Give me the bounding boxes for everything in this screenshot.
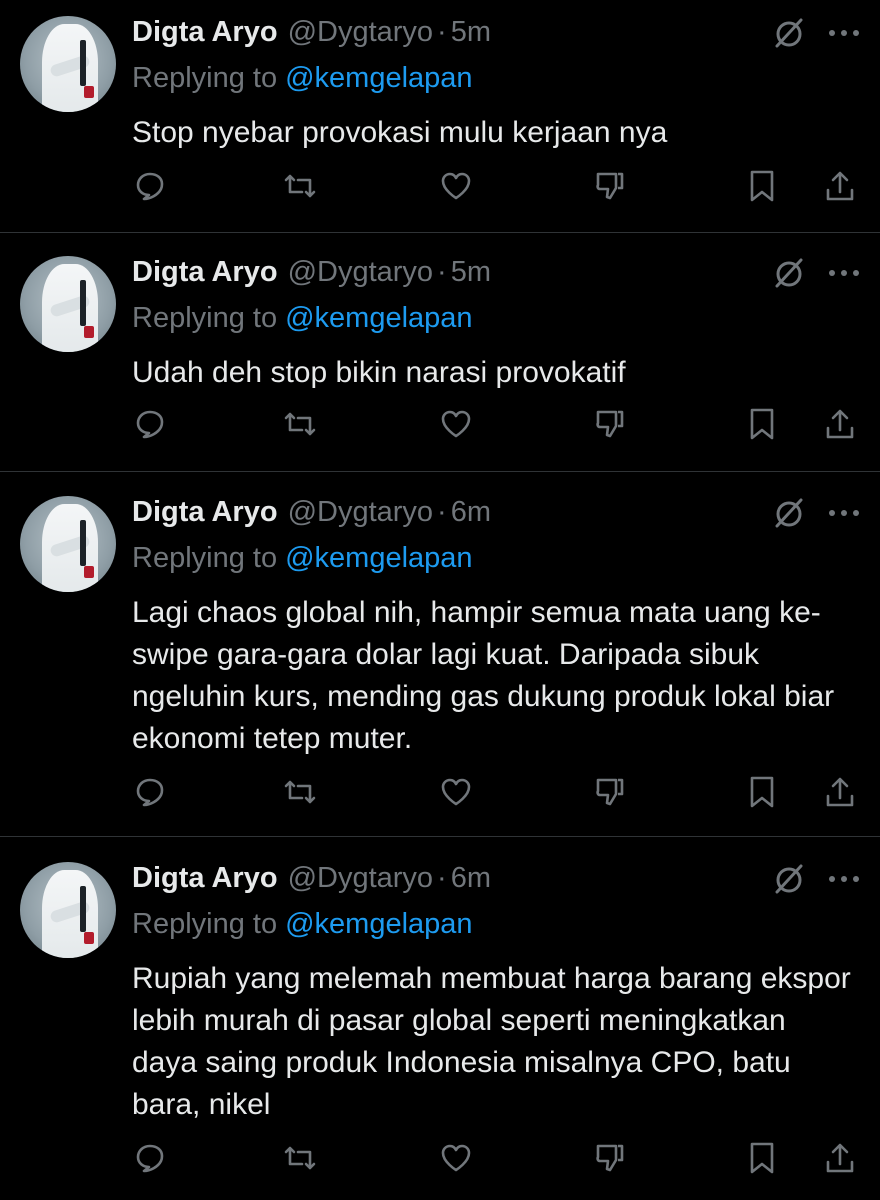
author-name[interactable]: Digta Aryo — [132, 860, 278, 896]
mute-icon[interactable] — [772, 16, 806, 50]
author-name[interactable]: Digta Aryo — [132, 494, 278, 530]
divider — [0, 471, 880, 472]
mute-icon[interactable] — [772, 256, 806, 290]
bookmark-icon[interactable] — [744, 168, 780, 204]
divider — [0, 836, 880, 837]
avatar[interactable] — [20, 256, 116, 352]
more-icon[interactable] — [826, 258, 862, 288]
reply-icon[interactable] — [132, 774, 168, 810]
avatar[interactable] — [20, 16, 116, 112]
dislike-icon[interactable] — [592, 1140, 628, 1176]
dislike-icon[interactable] — [592, 406, 628, 442]
replying-to: Replying to @kemgelapan — [132, 906, 473, 942]
timestamp[interactable]: 5m — [451, 14, 491, 50]
share-icon[interactable] — [822, 1140, 858, 1176]
tweet-actions — [0, 774, 880, 814]
tweet[interactable]: Digta Aryo @Dygtaryo · 6m Replying to @ke… — [0, 846, 880, 1200]
reply-icon[interactable] — [132, 1140, 168, 1176]
dislike-icon[interactable] — [592, 774, 628, 810]
tweet[interactable]: Digta Aryo @Dygtaryo · 5m Replying to @ke… — [0, 0, 880, 232]
share-icon[interactable] — [822, 774, 858, 810]
author-name[interactable]: Digta Aryo — [132, 254, 278, 290]
reply-mention-link[interactable]: @kemgelapan — [285, 302, 472, 334]
mute-icon[interactable] — [772, 862, 806, 896]
author-handle[interactable]: @Dygtaryo — [288, 860, 433, 896]
dislike-icon[interactable] — [592, 168, 628, 204]
separator: · — [437, 862, 447, 894]
tweet-text: Rupiah yang melemah membuat harga barang… — [132, 962, 851, 1121]
like-icon[interactable] — [438, 168, 474, 204]
tweet[interactable]: Digta Aryo @Dygtaryo · 5m Replying to @ke… — [0, 240, 880, 471]
tweet-text: Stop nyebar provokasi mulu kerjaan nya — [132, 116, 668, 149]
replying-label: Replying to — [132, 302, 278, 334]
tweet-header: Digta Aryo @Dygtaryo · 6m — [132, 494, 491, 530]
share-icon[interactable] — [822, 406, 858, 442]
separator: · — [437, 496, 447, 528]
tweet-header: Digta Aryo @Dygtaryo · 5m — [132, 14, 491, 50]
separator: · — [437, 256, 447, 288]
reply-icon[interactable] — [132, 168, 168, 204]
replying-to: Replying to @kemgelapan — [132, 60, 473, 96]
reply-mention-link[interactable]: @kemgelapan — [285, 908, 472, 940]
like-icon[interactable] — [438, 1140, 474, 1176]
bookmark-icon[interactable] — [744, 406, 780, 442]
replying-to: Replying to @kemgelapan — [132, 300, 473, 336]
retweet-icon[interactable] — [282, 774, 318, 810]
tweet-text: Udah deh stop bikin narasi provokatif — [132, 356, 626, 389]
tweet-text: Lagi chaos global nih, hampir semua mata… — [132, 596, 835, 755]
timestamp[interactable]: 6m — [451, 860, 491, 896]
retweet-icon[interactable] — [282, 406, 318, 442]
reply-mention-link[interactable]: @kemgelapan — [285, 542, 472, 574]
tweet-actions — [0, 406, 880, 446]
author-handle[interactable]: @Dygtaryo — [288, 14, 433, 50]
reply-icon[interactable] — [132, 406, 168, 442]
bookmark-icon[interactable] — [744, 774, 780, 810]
more-icon[interactable] — [826, 18, 862, 48]
timestamp[interactable]: 5m — [451, 254, 491, 290]
more-icon[interactable] — [826, 498, 862, 528]
reply-mention-link[interactable]: @kemgelapan — [285, 62, 472, 94]
replying-label: Replying to — [132, 542, 278, 574]
author-name[interactable]: Digta Aryo — [132, 14, 278, 50]
retweet-icon[interactable] — [282, 1140, 318, 1176]
author-handle[interactable]: @Dygtaryo — [288, 494, 433, 530]
more-icon[interactable] — [826, 864, 862, 894]
tweet[interactable]: Digta Aryo @Dygtaryo · 6m Replying to @ke… — [0, 480, 880, 836]
tweet-actions — [0, 168, 880, 208]
replying-label: Replying to — [132, 62, 278, 94]
like-icon[interactable] — [438, 406, 474, 442]
mute-icon[interactable] — [772, 496, 806, 530]
bookmark-icon[interactable] — [744, 1140, 780, 1176]
author-handle[interactable]: @Dygtaryo — [288, 254, 433, 290]
tweet-header: Digta Aryo @Dygtaryo · 5m — [132, 254, 491, 290]
share-icon[interactable] — [822, 168, 858, 204]
replying-to: Replying to @kemgelapan — [132, 540, 473, 576]
like-icon[interactable] — [438, 774, 474, 810]
retweet-icon[interactable] — [282, 168, 318, 204]
avatar[interactable] — [20, 496, 116, 592]
separator: · — [437, 16, 447, 48]
replying-label: Replying to — [132, 908, 278, 940]
divider — [0, 232, 880, 233]
timestamp[interactable]: 6m — [451, 494, 491, 530]
tweet-actions — [0, 1140, 880, 1180]
tweet-header: Digta Aryo @Dygtaryo · 6m — [132, 860, 491, 896]
avatar[interactable] — [20, 862, 116, 958]
